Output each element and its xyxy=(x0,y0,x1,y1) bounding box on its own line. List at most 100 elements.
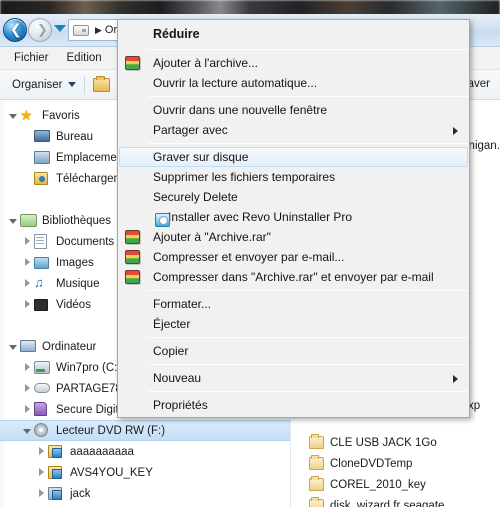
music-icon: ♫ xyxy=(34,275,44,290)
context-menu-item-r-duire[interactable]: Réduire xyxy=(118,22,469,46)
twisty-collapsed-icon[interactable] xyxy=(34,446,48,458)
folder-burn-icon-shape xyxy=(48,466,62,479)
submenu-arrow-icon xyxy=(453,127,458,135)
context-menu-item-ajouter-archive-rar[interactable]: Ajouter à "Archive.rar" xyxy=(118,227,469,247)
context-menu-item-label: Ouvrir la lecture automatique... xyxy=(153,76,318,90)
context-menu-item-securely-delete[interactable]: Securely Delete xyxy=(118,187,469,207)
twisty-collapsed-icon[interactable] xyxy=(20,236,34,248)
context-menu-item-compresser-dans-archive-rar-et-envoyer-p[interactable]: Compresser dans "Archive.rar" et envoyer… xyxy=(118,267,469,287)
tree-item-label: Favoris xyxy=(42,109,80,122)
organiser-button[interactable]: Organiser xyxy=(12,79,76,91)
twisty-expanded-icon[interactable] xyxy=(20,425,34,437)
tree-item-label: Lecteur DVD RW (F:) xyxy=(56,424,166,437)
videos-icon-shape xyxy=(34,299,48,311)
context-menu-item-formater[interactable]: Formater... xyxy=(118,294,469,314)
twisty-expanded-icon[interactable] xyxy=(6,215,20,227)
winrar-icon xyxy=(125,250,140,264)
computer-icon-shape xyxy=(20,340,36,352)
winrar-icon xyxy=(125,230,140,244)
breadcrumb-chevron-icon: ▶ xyxy=(95,24,102,35)
context-menu-item-label: Copier xyxy=(153,344,189,358)
list-item-label: CLE USB JACK 1Go xyxy=(330,436,437,449)
tree-item-label: Images xyxy=(56,256,94,269)
tree-item-label: Win7pro (C:) xyxy=(56,361,122,374)
harddisk-icon-shape xyxy=(34,361,50,374)
libraries-icon-shape xyxy=(20,214,37,227)
context-menu-item-ajouter-l-archive[interactable]: Ajouter à l'archive... xyxy=(118,53,469,73)
context-menu-separator xyxy=(148,96,468,97)
libraries-icon xyxy=(20,213,37,228)
harddisk-icon xyxy=(34,360,51,375)
tree-item-aaaaaaaaaa[interactable]: aaaaaaaaaa xyxy=(0,441,290,462)
context-menu-item-graver-sur-disque[interactable]: Graver sur disque xyxy=(119,147,468,167)
folder-check-icon xyxy=(48,486,65,501)
twisty-collapsed-icon[interactable] xyxy=(20,299,34,311)
twisty-expanded-icon[interactable] xyxy=(6,341,20,353)
context-menu-separator xyxy=(148,391,468,392)
list-item-label: CloneDVDTemp xyxy=(330,457,413,470)
context-menu-items: Réduire Ajouter à l'archive... Ouvrir la l… xyxy=(118,22,469,415)
breadcrumb-path: Or xyxy=(104,24,118,36)
context-menu-item-compresser-et-envoyer-par-e-mail[interactable]: Compresser et envoyer par e-mail... xyxy=(118,247,469,267)
winrar-icon xyxy=(125,270,140,284)
tree-item-label: jack xyxy=(70,487,91,500)
computer-icon xyxy=(20,339,37,354)
list-item[interactable]: CloneDVDTemp xyxy=(291,453,500,474)
forward-arrow-icon: ❯ xyxy=(37,23,48,38)
context-menu-separator xyxy=(148,143,468,144)
twisty-collapsed-icon[interactable] xyxy=(34,467,48,479)
tree-item-label: Bibliothèques xyxy=(42,214,112,227)
list-item[interactable]: disk_wizard fr seagate xyxy=(291,495,500,507)
context-menu-item-installer-avec-revo-uninstaller-pro[interactable]: Installer avec Revo Uninstaller Pro xyxy=(118,207,469,227)
twisty-collapsed-icon[interactable] xyxy=(34,488,48,500)
context-menu-item-ouvrir-la-lecture-automatique[interactable]: Ouvrir la lecture automatique... xyxy=(118,73,469,93)
twisty-collapsed-icon[interactable] xyxy=(20,383,34,395)
revo-icon xyxy=(155,213,170,227)
sd-card-icon-shape xyxy=(34,402,47,416)
tree-item-label: Musique xyxy=(56,277,100,290)
back-button[interactable]: ❮ xyxy=(3,18,27,42)
star-icon: ★ xyxy=(20,107,33,123)
tree-item-label: AVS4YOU_KEY xyxy=(70,466,153,479)
recent-places-icon xyxy=(34,150,51,165)
documents-icon-shape xyxy=(34,234,47,249)
context-menu-item-jecter[interactable]: Éjecter xyxy=(118,314,469,334)
tree-item-jack[interactable]: jack xyxy=(0,483,290,504)
context-menu-item-propri-t-s[interactable]: Propriétés xyxy=(118,395,469,415)
menu-item-fichier[interactable]: Fichier xyxy=(14,52,49,64)
context-menu-item-partager-avec[interactable]: Partager avec xyxy=(118,120,469,140)
context-menu-separator xyxy=(148,290,468,291)
chevron-down-icon xyxy=(67,82,76,87)
twisty-expanded-icon[interactable] xyxy=(6,110,20,122)
tree-item-lecteur-dvd-rw-f[interactable]: Lecteur DVD RW (F:) xyxy=(0,420,290,441)
drive-icon xyxy=(73,24,89,36)
context-menu-item-ouvrir-dans-une-nouvelle-fen-tre[interactable]: Ouvrir dans une nouvelle fenêtre xyxy=(118,100,469,120)
downloads-icon xyxy=(34,171,51,186)
context-menu-item-label: Ouvrir dans une nouvelle fenêtre xyxy=(153,103,328,117)
folder-icon[interactable] xyxy=(92,75,110,92)
context-menu-item-copier[interactable]: Copier xyxy=(118,341,469,361)
twisty-collapsed-icon[interactable] xyxy=(20,404,34,416)
folder-icon xyxy=(309,455,324,470)
context-menu-item-supprimer-les-fichiers-temporaires[interactable]: Supprimer les fichiers temporaires xyxy=(118,167,469,187)
menu-item-edition[interactable]: Edition xyxy=(67,52,102,64)
context-menu-item-nouveau[interactable]: Nouveau xyxy=(118,368,469,388)
history-dropdown-icon[interactable] xyxy=(54,25,66,32)
list-item[interactable]: CLE USB JACK 1Go xyxy=(291,432,500,453)
documents-icon xyxy=(34,234,51,249)
tree-item-label: aaaaaaaaaa xyxy=(70,445,134,458)
folder-check-icon-shape xyxy=(48,487,62,500)
twisty-collapsed-icon[interactable] xyxy=(20,278,34,290)
downloads-icon-shape xyxy=(34,172,48,185)
forward-button[interactable]: ❯ xyxy=(28,18,52,42)
twisty-collapsed-icon[interactable] xyxy=(20,362,34,374)
context-menu-item-label: Ajouter à "Archive.rar" xyxy=(153,230,271,244)
context-menu-item-label: Propriétés xyxy=(153,398,208,412)
list-item[interactable]: COREL_2010_key xyxy=(291,474,500,495)
tree-item-avs4you-key[interactable]: AVS4YOU_KEY xyxy=(0,462,290,483)
folder-burn-icon xyxy=(48,465,65,480)
clipped-text: inigan.ek xyxy=(466,140,500,152)
twisty-collapsed-icon[interactable] xyxy=(20,257,34,269)
context-menu-item-label: Ajouter à l'archive... xyxy=(153,56,259,70)
pictures-icon xyxy=(34,255,51,270)
